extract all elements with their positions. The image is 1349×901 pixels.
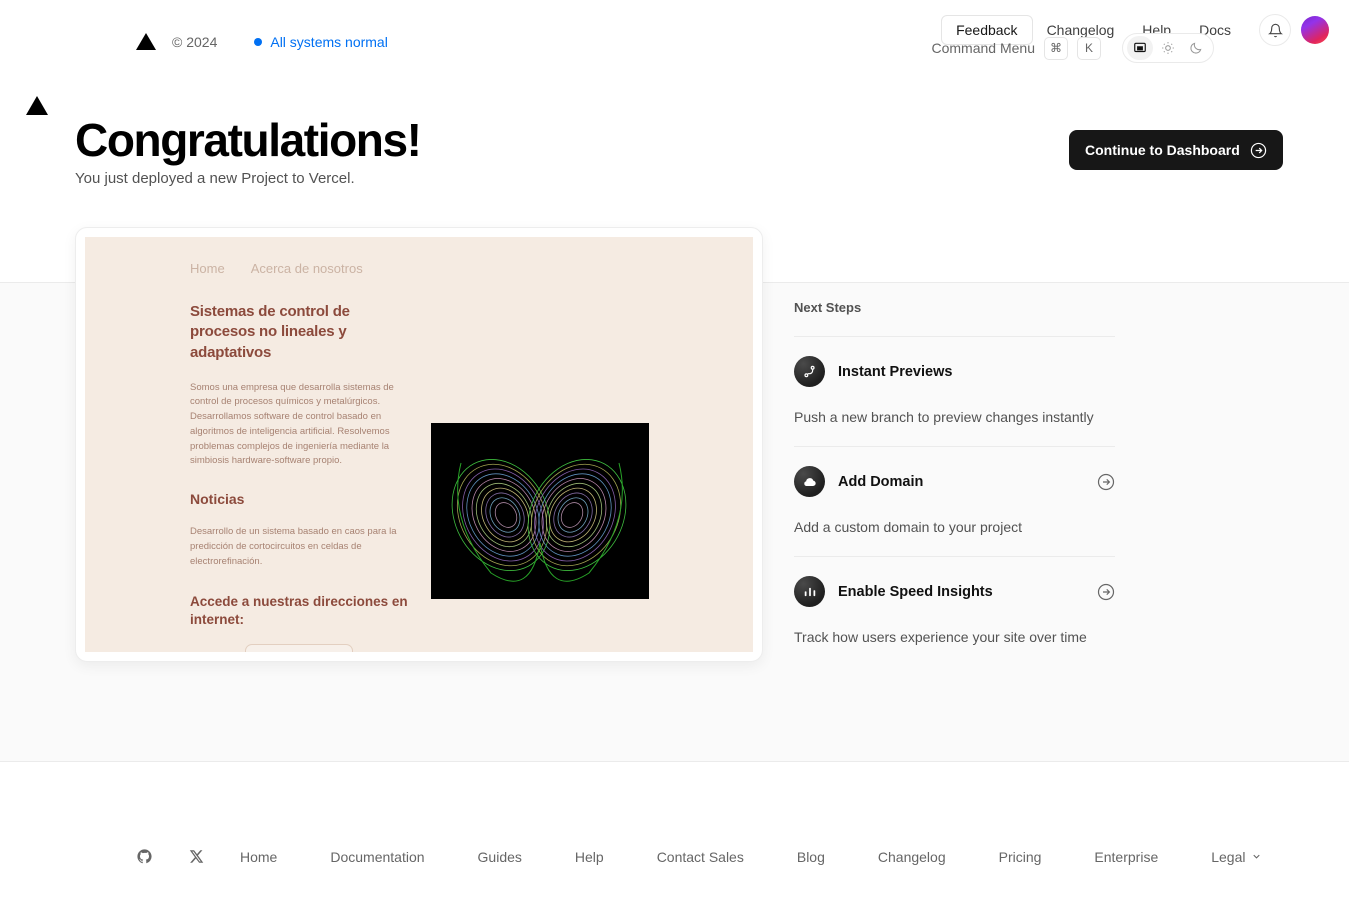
next-step-label: Enable Speed Insights	[838, 583, 993, 600]
footer-top-row: © 2024 All systems normal	[136, 33, 388, 50]
next-step-row: Add Domain	[794, 466, 1115, 497]
x-twitter-icon[interactable]	[189, 849, 204, 864]
next-step-description: Track how users experience your site ove…	[794, 629, 1087, 645]
command-menu-label[interactable]: Command Menu	[932, 40, 1036, 56]
theme-switcher	[1122, 33, 1214, 63]
next-step-label: Add Domain	[838, 473, 924, 490]
next-step-row: Enable Speed Insights	[794, 576, 1115, 607]
status-badge[interactable]: All systems normal	[254, 33, 388, 50]
key-command[interactable]: ⌘	[1044, 36, 1068, 60]
vercel-triangle-logo	[26, 96, 48, 115]
preview-news-text: Desarrollo de un sistema basado en caos …	[190, 526, 397, 567]
chevron-down-icon	[1252, 854, 1260, 859]
preview-linkedin-button[interactable]: in Linkedin	[245, 644, 353, 652]
next-step-speed-insights[interactable]: Enable Speed Insights Track how users ex…	[794, 557, 1115, 645]
bar-chart-icon	[794, 576, 825, 607]
next-step-label: Instant Previews	[838, 363, 953, 380]
status-dot-icon	[254, 37, 263, 46]
page-root: Feedback Changelog Help Docs Congratulat…	[0, 0, 1349, 901]
lorenz-attractor-image	[431, 423, 649, 599]
page-subtitle: You just deployed a new Project to Verce…	[75, 170, 355, 187]
vercel-triangle-logo	[136, 33, 156, 50]
next-step-row: Instant Previews	[794, 356, 1115, 387]
copyright-text: © 2024	[172, 33, 218, 50]
footer-link-blog[interactable]: Blog	[797, 849, 825, 865]
next-step-description: Add a custom domain to your project	[794, 519, 1023, 535]
x-glyph	[189, 850, 204, 863]
cloud-icon	[794, 466, 825, 497]
next-step-description: Push a new branch to preview changes ins…	[794, 409, 1094, 425]
git-branch-glyph	[804, 365, 815, 378]
preview-site-frame: Home Acerca de nosotros Sistemas de cont…	[85, 237, 753, 652]
footer-link-contact-sales[interactable]: Contact Sales	[657, 849, 744, 865]
next-steps-panel: Next Steps Instant Previews Push a new b…	[794, 300, 1115, 645]
attractor-svg	[431, 423, 649, 599]
next-step-add-domain[interactable]: Add Domain Add a custom domain to your p…	[794, 447, 1115, 535]
preview-text-column: Sistemas de control de procesos no linea…	[190, 276, 412, 652]
cta-label: Continue to Dashboard	[1085, 142, 1240, 158]
theme-system-button[interactable]	[1127, 36, 1153, 60]
arrow-right-circle-icon	[1250, 142, 1266, 158]
github-glyph	[137, 849, 152, 864]
theme-light-button[interactable]	[1155, 36, 1181, 60]
bell-icon	[1267, 23, 1283, 37]
page-title: Congratulations!	[75, 114, 422, 166]
footer-link-enterprise[interactable]: Enterprise	[1094, 849, 1158, 865]
theme-dark-button[interactable]	[1183, 36, 1209, 60]
footer-link-legal-label: Legal	[1211, 848, 1246, 865]
notifications-button[interactable]	[1259, 14, 1291, 46]
next-step-instant-previews[interactable]: Instant Previews Push a new branch to pr…	[794, 337, 1115, 425]
deployment-preview-card[interactable]: Home Acerca de nosotros Sistemas de cont…	[75, 227, 763, 662]
footer-link-help[interactable]: Help	[575, 849, 604, 865]
arrow-right-circle-icon[interactable]	[1097, 473, 1115, 491]
avatar[interactable]	[1301, 16, 1329, 44]
github-icon[interactable]	[136, 848, 153, 865]
monitor-icon	[1134, 42, 1146, 53]
bar-chart-glyph	[804, 587, 815, 596]
key-k[interactable]: K	[1077, 36, 1101, 60]
preview-nav-about[interactable]: Acerca de nosotros	[251, 261, 363, 276]
preview-paragraph: Somos una empresa que desarrolla sistema…	[190, 381, 394, 467]
footer-link-changelog[interactable]: Changelog	[878, 849, 946, 865]
next-steps-title: Next Steps	[794, 300, 862, 315]
preview-site-body: Sistemas de control de procesos no linea…	[85, 276, 753, 652]
moon-icon	[1190, 42, 1202, 54]
preview-heading: Sistemas de control de procesos no linea…	[190, 303, 350, 361]
status-label: All systems normal	[270, 33, 388, 50]
arrow-right-circle-icon[interactable]	[1097, 583, 1115, 601]
preview-news-heading: Noticias	[190, 491, 245, 508]
footer-link-legal[interactable]: Legal	[1211, 849, 1261, 865]
footer-navigation: Home Documentation Guides Help Contact S…	[136, 848, 1315, 865]
preview-site-nav: Home Acerca de nosotros	[85, 237, 753, 276]
cloud-glyph	[803, 477, 816, 486]
footer-link-pricing[interactable]: Pricing	[999, 849, 1042, 865]
sun-icon	[1162, 42, 1174, 54]
command-menu-row: Command Menu ⌘ K	[932, 33, 1214, 63]
continue-to-dashboard-button[interactable]: Continue to Dashboard	[1069, 130, 1283, 170]
footer-link-guides[interactable]: Guides	[478, 849, 522, 865]
preview-nav-home[interactable]: Home	[190, 261, 225, 276]
footer	[0, 761, 1349, 901]
preview-links-heading: Accede a nuestras direcciones en interne…	[190, 594, 408, 627]
footer-link-home[interactable]: Home	[240, 849, 277, 865]
footer-link-documentation[interactable]: Documentation	[330, 849, 424, 865]
git-branch-icon	[794, 356, 825, 387]
